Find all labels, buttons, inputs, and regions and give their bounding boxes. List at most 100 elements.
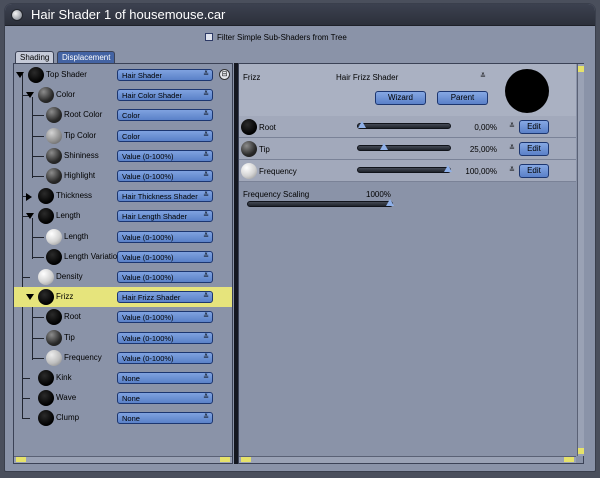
tree-row[interactable]: Clump None ≚ [14,408,232,428]
dropdown-value: None [122,394,140,404]
shader-type-dropdown[interactable]: Value (0-100%) ≚ [117,351,213,364]
collapse-arrow-icon[interactable] [16,72,24,78]
tree-row[interactable]: Length Variatio Value (0-100%) ≚ [14,247,232,267]
shader-type-dropdown[interactable]: Hair Color Shader ≚ [117,89,213,102]
shader-type-dropdown[interactable]: None ≚ [117,412,213,425]
shader-type-dropdown[interactable]: Hair Thickness Shader ≚ [117,190,213,203]
param-value[interactable]: 100,00% [447,167,497,176]
delete-shader-icon[interactable]: ⊟ [219,69,230,80]
shader-preview-ball-icon [38,208,54,225]
filter-simple-subshaders-option[interactable]: Filter Simple Sub-Shaders from Tree [205,31,347,43]
param-preview-ball-icon [241,163,257,179]
tree-row[interactable]: Highlight Value (0-100%) ≚ [14,166,232,186]
tree-row[interactable]: Frequency Value (0-100%) ≚ [14,348,232,368]
shader-tree-panel: Top Shader Hair Shader ≚ ⊟ Color Hair Color S… [13,63,233,464]
shader-type-dropdown[interactable]: Value (0-100%) ≚ [117,311,213,324]
shader-preview-ball-icon [38,188,54,205]
shader-type-dropdown[interactable]: Hair Shader ≚ [117,69,213,81]
chevron-down-icon: ≚ [203,414,209,422]
shader-preview-ball-icon [38,370,54,386]
chevron-down-icon: ≚ [203,333,209,341]
param-slider[interactable] [357,143,451,151]
tree-row[interactable]: Length Hair Length Shader ≚ [14,206,232,226]
tree-row[interactable]: Kink None ≚ [14,368,232,388]
dropdown-value: None [122,414,140,424]
shader-preview-ball-icon [46,309,62,326]
param-row: Tip 25,00% ≚ Edit [239,138,576,160]
tree-row-label: Color [56,90,76,100]
frequency-scaling-slider-thumb[interactable] [386,199,394,206]
param-value[interactable]: 25,00% [447,145,497,154]
chevron-down-icon: ≚ [203,313,209,321]
tab-displacement[interactable]: Displacement [57,51,116,63]
tree-horizontal-scrollbar[interactable] [14,456,232,463]
chevron-down-icon[interactable]: ≚ [509,166,515,174]
shader-type-dropdown[interactable]: Color ≚ [117,129,213,142]
collapse-arrow-icon[interactable] [26,213,34,220]
collapse-arrow-icon[interactable] [26,92,34,99]
hair-shader-window: Hair Shader 1 of housemouse.car Filter S… [4,3,596,472]
chevron-down-icon: ≚ [203,172,209,179]
tree-row-label: Top Shader [46,70,87,79]
tree-row-label: Length [56,211,81,221]
tab-shading[interactable]: Shading [15,51,55,63]
tree-row-label: Frizz [56,292,74,302]
shader-type-dropdown[interactable]: None ≚ [117,372,213,384]
tree-row[interactable]: Color Hair Color Shader ≚ [14,85,232,105]
tree-row[interactable]: Length Value (0-100%) ≚ [14,227,232,247]
shader-type-dropdown[interactable]: Value (0-100%) ≚ [117,271,213,283]
shader-type-dropdown[interactable]: Value (0-100%) ≚ [117,149,213,162]
tree-row[interactable]: Shininess Value (0-100%) ≚ [14,146,232,166]
chevron-down-icon: ≚ [203,131,209,139]
tree-row[interactable]: Root Color Color ≚ [14,105,232,125]
dropdown-value: None [122,374,140,383]
title-bar[interactable]: Hair Shader 1 of housemouse.car [5,4,595,26]
tree-row-label: Thickness [56,191,93,201]
filter-checkbox[interactable] [205,33,213,41]
detail-vertical-scrollbar[interactable] [577,64,584,456]
tree-row[interactable]: Tip Color Color ≚ [14,126,232,146]
shader-type-dropdown[interactable]: Hair Frizz Shader ≚ [117,291,213,304]
shader-type-dropdown[interactable]: Value (0-100%) ≚ [117,230,213,243]
shader-preview-ball-icon [38,269,54,285]
shader-type-dropdown[interactable]: Value (0-100%) ≚ [117,250,213,263]
collapse-arrow-icon[interactable] [26,294,34,301]
shader-type-dropdown[interactable]: Value (0-100%) ≚ [117,170,213,182]
tree-row[interactable]: Top Shader Hair Shader ≚ ⊟ [14,65,232,85]
shader-type-dropdown[interactable]: Value (0-100%) ≚ [117,331,213,344]
param-slider-thumb[interactable] [358,121,366,128]
shader-type-chevron-icon[interactable]: ≚ [480,72,486,80]
chevron-down-icon[interactable]: ≚ [509,122,515,130]
tree-row[interactable]: Thickness Hair Thickness Shader ≚ [14,186,232,206]
tree-row[interactable]: Root Value (0-100%) ≚ [14,307,232,327]
param-slider-thumb[interactable] [379,143,388,150]
tree-row[interactable]: Tip Value (0-100%) ≚ [14,328,232,348]
param-value[interactable]: 0,00% [447,123,497,132]
parent-button[interactable]: Parent [437,91,488,105]
chevron-down-icon: ≚ [203,353,209,361]
shader-type-dropdown[interactable]: Hair Length Shader ≚ [117,210,213,223]
chevron-down-icon[interactable]: ≚ [509,144,515,152]
param-slider[interactable] [357,121,451,129]
shader-type-dropdown[interactable]: None ≚ [117,392,213,405]
dropdown-value: Hair Length Shader [122,212,188,222]
param-slider[interactable] [357,165,452,173]
frequency-scaling-slider[interactable] [247,199,394,207]
wizard-button[interactable]: Wizard [375,91,426,105]
dropdown-value: Value (0-100%) [122,232,174,242]
param-preview-ball-icon [241,141,257,157]
edit-button[interactable]: Edit [519,120,549,134]
chevron-down-icon: ≚ [203,212,209,220]
close-window-button[interactable] [11,9,23,21]
edit-button[interactable]: Edit [519,142,549,156]
shader-type-dropdown[interactable]: Color ≚ [117,109,213,122]
tree-row[interactable]: Frizz Hair Frizz Shader ≚ [14,287,232,308]
tree-row[interactable]: Wave None ≚ [14,388,232,408]
param-label: Root [259,123,276,132]
tree-row[interactable]: Density Value (0-100%) ≚ [14,267,232,287]
expand-arrow-icon[interactable] [26,193,32,202]
detail-horizontal-scrollbar[interactable] [239,456,576,463]
dropdown-value: Hair Thickness Shader [122,192,198,202]
edit-button[interactable]: Edit [519,164,549,178]
filter-label: Filter Simple Sub-Shaders from Tree [217,32,347,42]
